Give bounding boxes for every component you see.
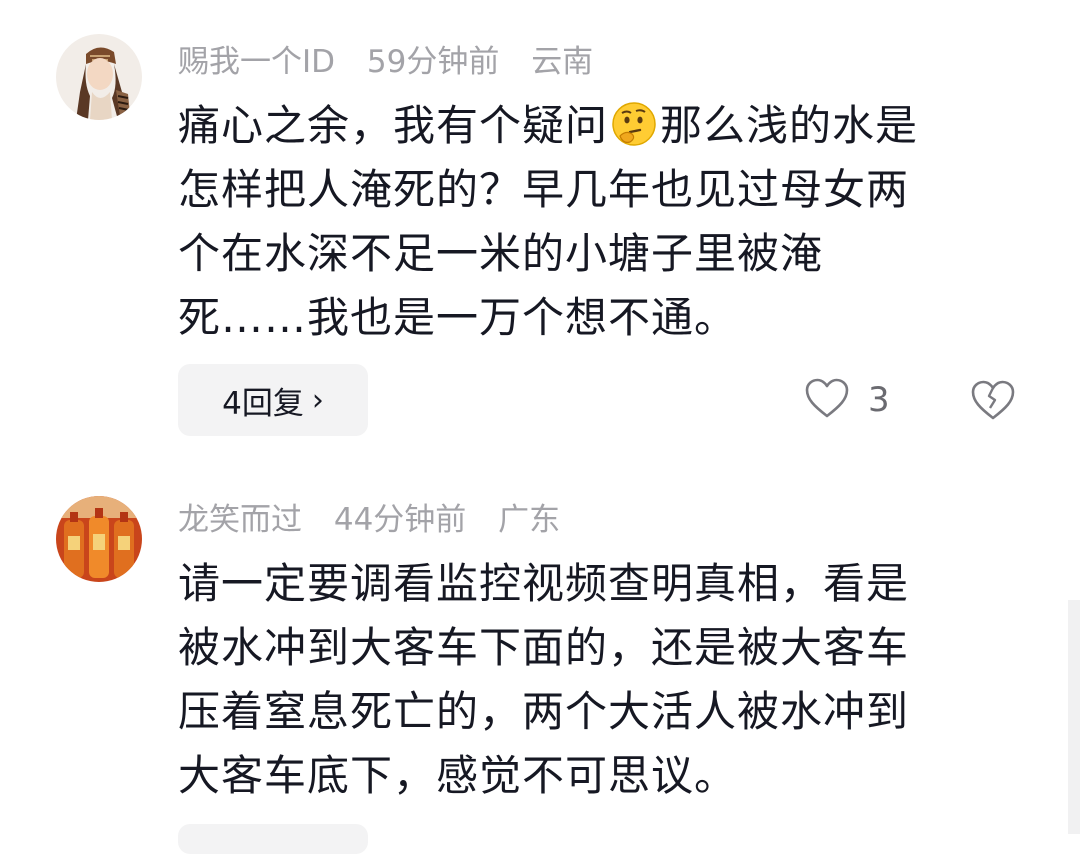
location: 云南 bbox=[531, 44, 594, 80]
avatar[interactable] bbox=[56, 34, 142, 120]
comment-text: 请一定要调看监控视频查明真相，看是 被水冲到大客车下面的，还是被大客车 压着窒息… bbox=[178, 552, 1018, 808]
view-replies-button[interactable]: 4回复 › bbox=[178, 364, 368, 436]
comment-line: 痛心之余，我有个疑问 那么浅的水是 bbox=[178, 100, 919, 150]
comment-line: 被水冲到大客车下面的，还是被大客车 bbox=[178, 623, 910, 672]
comment-meta: 龙笑而过 44分钟前 广东 bbox=[178, 500, 582, 540]
username[interactable]: 龙笑而过 bbox=[178, 502, 302, 538]
comment-line: 个在水深不足一米的小塘子里被淹 bbox=[178, 229, 824, 278]
broken-heart-icon[interactable] bbox=[970, 378, 1016, 424]
comment-text: 痛心之余，我有个疑问 那么浅的水是 怎样把人淹死的？早几年也见过母女两 个在水深… bbox=[178, 94, 1018, 350]
timestamp: 59分钟前 bbox=[366, 44, 500, 80]
comment-meta: 赐我一个ID 59分钟前 云南 bbox=[178, 42, 615, 82]
like-count: 3 bbox=[868, 380, 890, 420]
comment-line: 死……我也是一万个想不通。 bbox=[178, 293, 738, 342]
username[interactable]: 赐我一个ID bbox=[178, 44, 335, 80]
reply-count-label: 4回复 bbox=[222, 385, 304, 422]
comment-line: 大客车底下，感觉不可思议。 bbox=[178, 751, 738, 800]
heart-icon[interactable] bbox=[804, 377, 850, 423]
view-replies-button[interactable] bbox=[178, 824, 368, 854]
chevron-right-icon: › bbox=[311, 382, 324, 418]
comment-line: 怎样把人淹死的？早几年也见过母女两 bbox=[178, 165, 910, 214]
location: 广东 bbox=[498, 502, 561, 538]
timestamp: 44分钟前 bbox=[333, 502, 467, 538]
avatar[interactable] bbox=[56, 496, 142, 582]
comment-line: 压着窒息死亡的，两个大活人被水冲到 bbox=[178, 687, 910, 736]
thinking-face-emoji-icon bbox=[610, 100, 658, 148]
like-control[interactable]: 3 bbox=[804, 364, 890, 436]
comment-line: 请一定要调看监控视频查明真相，看是 bbox=[178, 559, 910, 608]
scrollbar-track[interactable] bbox=[1068, 600, 1080, 834]
